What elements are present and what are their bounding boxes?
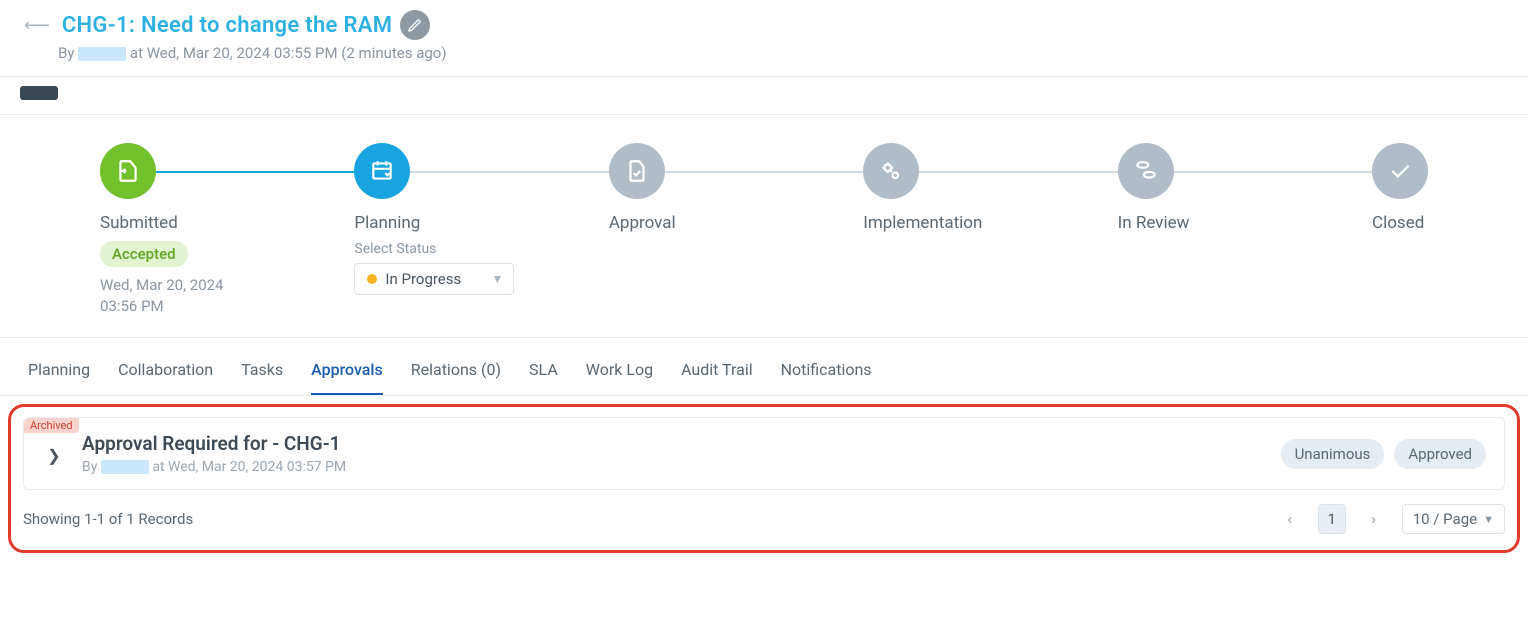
workflow-step-icon xyxy=(354,143,410,199)
workflow-step-icon xyxy=(100,143,156,199)
workflow-connector xyxy=(919,171,1117,173)
workflow-step-label: Planning xyxy=(354,213,420,233)
workflow-step-submitted: Submitted Accepted Wed, Mar 20, 2024 03:… xyxy=(100,143,354,317)
approval-title: Approval Required for - CHG-1 xyxy=(82,432,1281,455)
pager-next[interactable]: › xyxy=(1360,504,1388,534)
workflow-step-icon xyxy=(1372,143,1428,199)
status-dropdown[interactable]: In Progress ▼ xyxy=(354,263,514,295)
tab-sla[interactable]: SLA xyxy=(529,360,558,395)
expand-toggle[interactable]: ❯ xyxy=(42,444,66,468)
status-value: In Progress xyxy=(385,270,461,288)
tab-relations[interactable]: Relations (0) xyxy=(411,360,501,395)
approvals-highlight-box: Archived ❯ Approval Required for - CHG-1… xyxy=(8,404,1520,553)
pager-prev[interactable]: ‹ xyxy=(1276,504,1304,534)
chevron-down-icon: ▼ xyxy=(1483,513,1494,526)
approval-icon xyxy=(624,158,650,184)
tab-approvals[interactable]: Approvals xyxy=(311,360,383,395)
workflow-step-label: Closed xyxy=(1372,213,1424,233)
author-redacted xyxy=(78,47,126,61)
tab-planning[interactable]: Planning xyxy=(28,360,90,395)
page-subtitle: By at Wed, Mar 20, 2024 03:55 PM (2 minu… xyxy=(58,44,1508,62)
pager-page-current[interactable]: 1 xyxy=(1318,504,1346,534)
workflow-step-icon xyxy=(609,143,665,199)
workflow-step-date: Wed, Mar 20, 2024 03:56 PM xyxy=(100,275,223,317)
badge-approved: Approved xyxy=(1394,439,1486,469)
review-icon xyxy=(1133,158,1159,184)
status-dot-icon xyxy=(367,274,377,284)
pagination-row: Showing 1-1 of 1 Records ‹ 1 › 10 / Page… xyxy=(23,504,1505,534)
workflow-connector xyxy=(410,171,608,173)
archived-tag: Archived xyxy=(24,418,79,433)
badge-unanimous: Unanimous xyxy=(1281,439,1385,469)
tag-row xyxy=(0,77,1528,115)
workflow-step-in-review: In Review xyxy=(1118,143,1372,233)
pager: ‹ 1 › 10 / Page ▼ xyxy=(1276,504,1505,534)
workflow-timeline: Submitted Accepted Wed, Mar 20, 2024 03:… xyxy=(0,115,1528,338)
workflow-step-label: Approval xyxy=(609,213,676,233)
approval-meta: By at Wed, Mar 20, 2024 03:57 PM xyxy=(82,459,1281,475)
tab-work-log[interactable]: Work Log xyxy=(586,360,653,395)
gears-icon xyxy=(878,158,904,184)
page-header: ⟵ CHG-1: Need to change the RAM By at We… xyxy=(0,0,1528,77)
chevron-down-icon: ▼ xyxy=(492,272,504,286)
workflow-step-approval: Approval xyxy=(609,143,863,233)
workflow-step-implementation: Implementation xyxy=(863,143,1117,233)
page-title: CHG-1: Need to change the RAM xyxy=(62,13,392,38)
approval-card-main: Approval Required for - CHG-1 By at Wed,… xyxy=(82,432,1281,475)
pagination-summary: Showing 1-1 of 1 Records xyxy=(23,510,193,528)
select-status-label: Select Status xyxy=(354,241,436,257)
workflow-step-label: Implementation xyxy=(863,213,982,233)
workflow-step-label: In Review xyxy=(1118,213,1190,233)
check-icon xyxy=(1387,158,1413,184)
workflow-step-label: Submitted xyxy=(100,213,178,233)
workflow-connector xyxy=(156,171,354,173)
workflow-step-planning: Planning Select Status In Progress ▼ xyxy=(354,143,608,295)
tab-collaboration[interactable]: Collaboration xyxy=(118,360,213,395)
workflow-connector xyxy=(665,171,863,173)
status-badge-accepted: Accepted xyxy=(100,241,188,267)
approval-badges: Unanimous Approved xyxy=(1281,439,1486,469)
page-size-dropdown[interactable]: 10 / Page ▼ xyxy=(1402,504,1505,534)
pencil-icon xyxy=(407,17,423,33)
workflow-step-closed: Closed xyxy=(1372,143,1428,233)
edit-button[interactable] xyxy=(400,10,430,40)
back-arrow-icon[interactable]: ⟵ xyxy=(20,15,54,36)
tab-tasks[interactable]: Tasks xyxy=(241,360,283,395)
detail-tabs: Planning Collaboration Tasks Approvals R… xyxy=(0,338,1528,396)
workflow-step-icon xyxy=(863,143,919,199)
submit-icon xyxy=(115,158,141,184)
planning-icon xyxy=(369,158,395,184)
tab-audit-trail[interactable]: Audit Trail xyxy=(681,360,753,395)
workflow-step-icon xyxy=(1118,143,1174,199)
tab-notifications[interactable]: Notifications xyxy=(781,360,872,395)
workflow-connector xyxy=(1174,171,1372,173)
tag-chip xyxy=(20,86,58,100)
author-redacted xyxy=(101,460,149,474)
approval-card[interactable]: Archived ❯ Approval Required for - CHG-1… xyxy=(23,417,1505,490)
